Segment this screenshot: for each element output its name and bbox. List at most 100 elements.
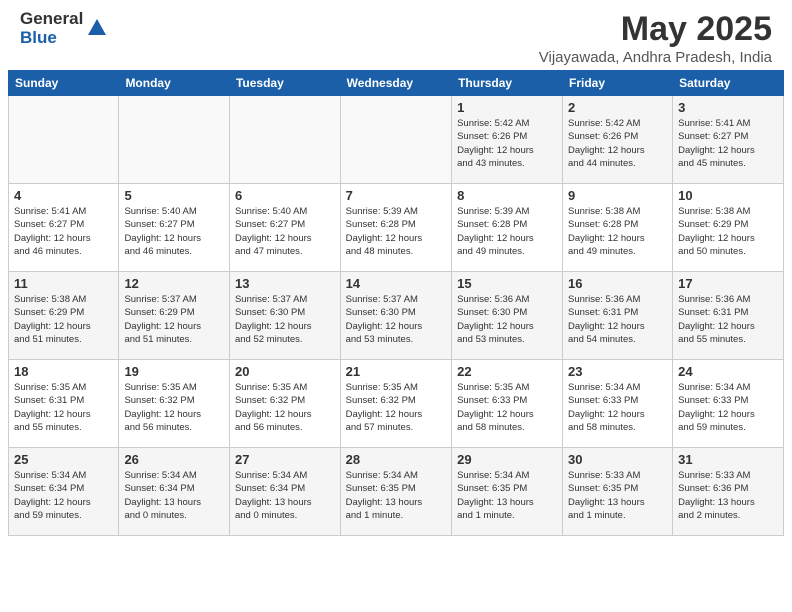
col-monday: Monday	[119, 71, 230, 96]
day-info: Sunrise: 5:38 AMSunset: 6:28 PMDaylight:…	[568, 205, 667, 258]
calendar-cell	[9, 96, 119, 184]
day-info: Sunrise: 5:36 AMSunset: 6:30 PMDaylight:…	[457, 293, 557, 346]
calendar-week-row: 18 Sunrise: 5:35 AMSunset: 6:31 PMDayligh…	[9, 360, 784, 448]
day-info: Sunrise: 5:35 AMSunset: 6:31 PMDaylight:…	[14, 381, 113, 434]
calendar-cell: 3 Sunrise: 5:41 AMSunset: 6:27 PMDaylight…	[673, 96, 784, 184]
calendar-cell: 18 Sunrise: 5:35 AMSunset: 6:31 PMDayligh…	[9, 360, 119, 448]
calendar-week-row: 4Sunrise: 5:41 AMSunset: 6:27 PMDaylight…	[9, 184, 784, 272]
logo-text: General Blue	[20, 10, 83, 47]
logo-general: General	[20, 10, 83, 29]
calendar-week-row: 25 Sunrise: 5:34 AMSunset: 6:34 PMDayligh…	[9, 448, 784, 536]
calendar-cell: 15 Sunrise: 5:36 AMSunset: 6:30 PMDayligh…	[452, 272, 563, 360]
day-info: Sunrise: 5:40 AMSunset: 6:27 PMDaylight:…	[235, 205, 335, 258]
calendar-cell: 29Sunrise: 5:34 AMSunset: 6:35 PMDayligh…	[452, 448, 563, 536]
calendar-cell: 22 Sunrise: 5:35 AMSunset: 6:33 PMDayligh…	[452, 360, 563, 448]
day-info: Sunrise: 5:35 AMSunset: 6:32 PMDaylight:…	[235, 381, 335, 434]
day-number: 3	[678, 100, 778, 115]
day-number: 4	[14, 188, 113, 203]
calendar-cell: 21 Sunrise: 5:35 AMSunset: 6:32 PMDayligh…	[340, 360, 451, 448]
calendar-cell: 16 Sunrise: 5:36 AMSunset: 6:31 PMDayligh…	[563, 272, 673, 360]
day-info: Sunrise: 5:37 AMSunset: 6:30 PMDaylight:…	[235, 293, 335, 346]
day-info: Sunrise: 5:34 AMSunset: 6:34 PMDaylight:…	[14, 469, 113, 522]
day-info: Sunrise: 5:36 AMSunset: 6:31 PMDaylight:…	[568, 293, 667, 346]
day-info: Sunrise: 5:36 AMSunset: 6:31 PMDaylight:…	[678, 293, 778, 346]
day-number: 22	[457, 364, 557, 379]
calendar-cell: 19Sunrise: 5:35 AMSunset: 6:32 PMDayligh…	[119, 360, 230, 448]
calendar-cell: 24Sunrise: 5:34 AMSunset: 6:33 PMDayligh…	[673, 360, 784, 448]
day-number: 23	[568, 364, 667, 379]
calendar-header-row: Sunday Monday Tuesday Wednesday Thursday…	[9, 71, 784, 96]
day-number: 8	[457, 188, 557, 203]
day-info: Sunrise: 5:35 AMSunset: 6:33 PMDaylight:…	[457, 381, 557, 434]
day-info: Sunrise: 5:34 AMSunset: 6:33 PMDaylight:…	[568, 381, 667, 434]
day-number: 16	[568, 276, 667, 291]
day-number: 11	[14, 276, 113, 291]
title-block: May 2025 Vijayawada, Andhra Pradesh, Ind…	[539, 10, 772, 66]
day-number: 19	[124, 364, 224, 379]
day-info: Sunrise: 5:34 AMSunset: 6:35 PMDaylight:…	[346, 469, 446, 522]
day-info: Sunrise: 5:42 AMSunset: 6:26 PMDaylight:…	[568, 117, 667, 170]
day-info: Sunrise: 5:33 AMSunset: 6:36 PMDaylight:…	[678, 469, 778, 522]
calendar-cell: 13 Sunrise: 5:37 AMSunset: 6:30 PMDayligh…	[229, 272, 340, 360]
day-info: Sunrise: 5:38 AMSunset: 6:29 PMDaylight:…	[678, 205, 778, 258]
calendar-cell: 2Sunrise: 5:42 AMSunset: 6:26 PMDaylight…	[563, 96, 673, 184]
month-title: May 2025	[539, 10, 772, 49]
day-info: Sunrise: 5:38 AMSunset: 6:29 PMDaylight:…	[14, 293, 113, 346]
calendar-cell: 20Sunrise: 5:35 AMSunset: 6:32 PMDayligh…	[229, 360, 340, 448]
day-number: 18	[14, 364, 113, 379]
day-number: 26	[124, 452, 224, 467]
day-number: 27	[235, 452, 335, 467]
calendar-cell: 12 Sunrise: 5:37 AMSunset: 6:29 PMDayligh…	[119, 272, 230, 360]
col-sunday: Sunday	[9, 71, 119, 96]
calendar-cell: 31 Sunrise: 5:33 AMSunset: 6:36 PMDayligh…	[673, 448, 784, 536]
calendar-cell: 7 Sunrise: 5:39 AMSunset: 6:28 PMDaylight…	[340, 184, 451, 272]
day-number: 10	[678, 188, 778, 203]
calendar-cell: 5Sunrise: 5:40 AMSunset: 6:27 PMDaylight…	[119, 184, 230, 272]
col-tuesday: Tuesday	[229, 71, 340, 96]
day-info: Sunrise: 5:39 AMSunset: 6:28 PMDaylight:…	[457, 205, 557, 258]
day-number: 28	[346, 452, 446, 467]
day-info: Sunrise: 5:37 AMSunset: 6:29 PMDaylight:…	[124, 293, 224, 346]
day-info: Sunrise: 5:33 AMSunset: 6:35 PMDaylight:…	[568, 469, 667, 522]
day-number: 15	[457, 276, 557, 291]
col-saturday: Saturday	[673, 71, 784, 96]
day-number: 9	[568, 188, 667, 203]
calendar-cell: 10 Sunrise: 5:38 AMSunset: 6:29 PMDayligh…	[673, 184, 784, 272]
calendar-cell	[229, 96, 340, 184]
day-info: Sunrise: 5:34 AMSunset: 6:33 PMDaylight:…	[678, 381, 778, 434]
day-number: 6	[235, 188, 335, 203]
day-info: Sunrise: 5:37 AMSunset: 6:30 PMDaylight:…	[346, 293, 446, 346]
col-friday: Friday	[563, 71, 673, 96]
col-wednesday: Wednesday	[340, 71, 451, 96]
calendar-cell: 23 Sunrise: 5:34 AMSunset: 6:33 PMDayligh…	[563, 360, 673, 448]
day-info: Sunrise: 5:34 AMSunset: 6:35 PMDaylight:…	[457, 469, 557, 522]
calendar-cell: 8 Sunrise: 5:39 AMSunset: 6:28 PMDaylight…	[452, 184, 563, 272]
calendar-cell: 4Sunrise: 5:41 AMSunset: 6:27 PMDaylight…	[9, 184, 119, 272]
day-number: 30	[568, 452, 667, 467]
col-thursday: Thursday	[452, 71, 563, 96]
calendar-cell: 25 Sunrise: 5:34 AMSunset: 6:34 PMDayligh…	[9, 448, 119, 536]
day-info: Sunrise: 5:34 AMSunset: 6:34 PMDaylight:…	[124, 469, 224, 522]
calendar-cell: 27Sunrise: 5:34 AMSunset: 6:34 PMDayligh…	[229, 448, 340, 536]
day-number: 21	[346, 364, 446, 379]
calendar-cell: 26 Sunrise: 5:34 AMSunset: 6:34 PMDayligh…	[119, 448, 230, 536]
calendar-week-row: 11 Sunrise: 5:38 AMSunset: 6:29 PMDayligh…	[9, 272, 784, 360]
day-number: 7	[346, 188, 446, 203]
logo: General Blue	[20, 10, 108, 47]
day-number: 12	[124, 276, 224, 291]
calendar-cell	[340, 96, 451, 184]
calendar-cell: 9 Sunrise: 5:38 AMSunset: 6:28 PMDaylight…	[563, 184, 673, 272]
calendar-cell: 1Sunrise: 5:42 AMSunset: 6:26 PMDaylight…	[452, 96, 563, 184]
calendar-cell: 28 Sunrise: 5:34 AMSunset: 6:35 PMDayligh…	[340, 448, 451, 536]
day-info: Sunrise: 5:39 AMSunset: 6:28 PMDaylight:…	[346, 205, 446, 258]
calendar-cell: 17Sunrise: 5:36 AMSunset: 6:31 PMDayligh…	[673, 272, 784, 360]
day-number: 13	[235, 276, 335, 291]
calendar-table: Sunday Monday Tuesday Wednesday Thursday…	[8, 70, 784, 536]
day-info: Sunrise: 5:41 AMSunset: 6:27 PMDaylight:…	[678, 117, 778, 170]
day-number: 31	[678, 452, 778, 467]
day-info: Sunrise: 5:35 AMSunset: 6:32 PMDaylight:…	[346, 381, 446, 434]
calendar-cell	[119, 96, 230, 184]
logo-icon	[86, 17, 108, 39]
day-number: 25	[14, 452, 113, 467]
logo-blue: Blue	[20, 29, 83, 48]
